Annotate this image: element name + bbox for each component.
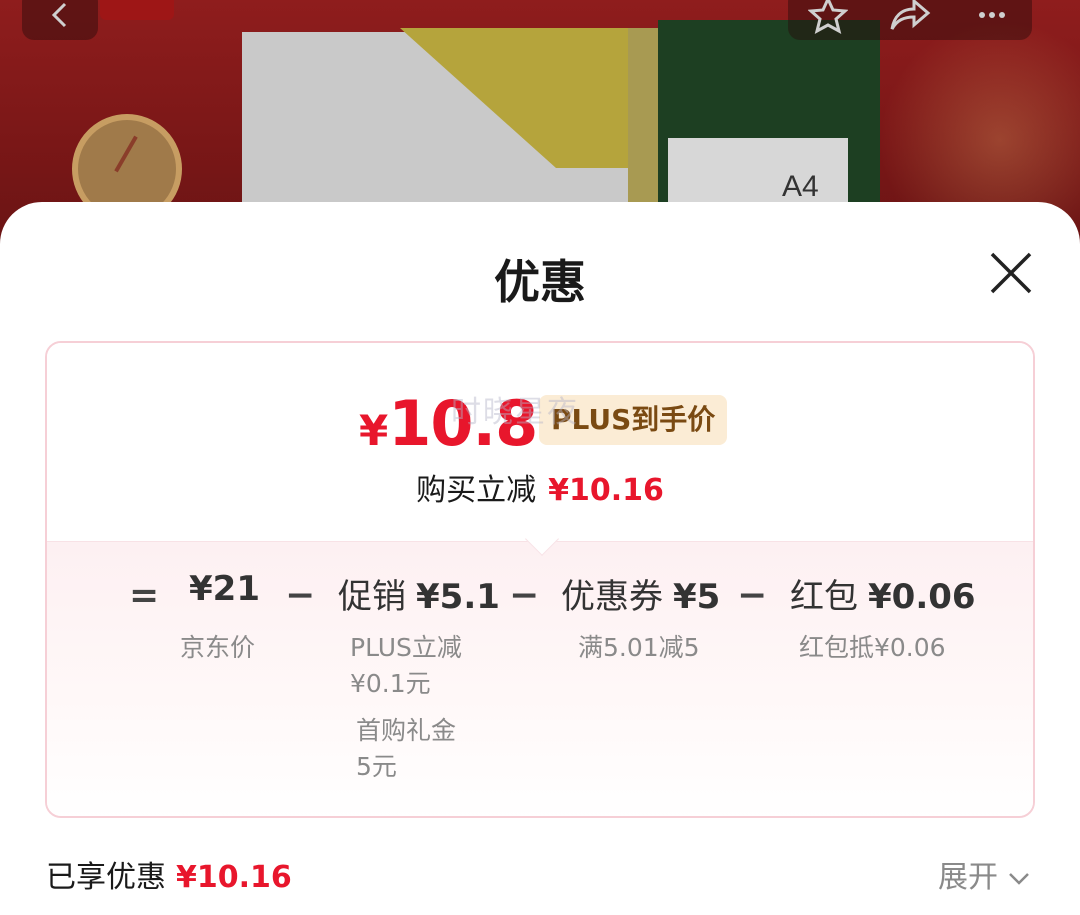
promo-badge <box>100 0 174 20</box>
more-icon[interactable] <box>972 0 1012 35</box>
promotion-note: ¥0.1元 <box>350 669 431 698</box>
back-button[interactable] <box>22 0 98 40</box>
promotion-note: PLUS立减 <box>350 633 462 662</box>
promotion-value: 促销 ¥5.1 <box>338 569 500 618</box>
star-icon[interactable] <box>808 0 848 35</box>
coupon-value: 优惠券 ¥5 <box>561 569 720 618</box>
jd-price-value: ¥21 <box>189 569 260 609</box>
minus-sign: − <box>509 575 540 616</box>
close-icon[interactable] <box>986 248 1036 298</box>
enjoyed-amount: ¥10.16 <box>176 860 292 895</box>
currency-symbol: ¥ <box>359 406 389 455</box>
chevron-down-icon <box>1009 872 1029 885</box>
share-icon[interactable] <box>888 0 932 35</box>
discount-sheet: 优惠 ¥10.84 PLUS到手价 时晓星夜 购买立减 ¥10.16 = − − … <box>0 202 1080 915</box>
enjoyed-discount: 已享优惠 ¥10.16 <box>46 852 292 896</box>
expand-label: 展开 <box>938 860 998 895</box>
paper-size-label: A4 <box>782 170 819 203</box>
promotion-label: 促销 <box>338 577 406 617</box>
red-packet-note: 红包抵¥0.06 <box>799 633 946 662</box>
promotion-note: 5元 <box>356 752 397 781</box>
coupon-amount: ¥5 <box>673 577 721 617</box>
top-actions <box>788 0 1032 40</box>
red-packet-amount: ¥0.06 <box>868 577 976 617</box>
expand-button[interactable]: 展开 <box>938 852 1030 896</box>
minus-sign: − <box>285 575 316 616</box>
saving-line: 购买立减 ¥10.16 <box>47 465 1033 509</box>
promotion-amount: ¥5.1 <box>416 577 500 617</box>
sheet-title: 优惠 <box>494 255 586 309</box>
back-arrow-icon <box>51 2 67 28</box>
price-breakdown-card: ¥10.84 PLUS到手价 时晓星夜 购买立减 ¥10.16 = − − − ¥… <box>45 341 1035 818</box>
jd-price-note: 京东价 <box>180 633 256 662</box>
coupon-label: 优惠券 <box>561 577 663 617</box>
minus-sign: − <box>737 575 768 616</box>
jd-price-amount: ¥21 <box>189 569 260 609</box>
watermark: 时晓星夜 <box>451 395 579 430</box>
enjoyed-label: 已享优惠 <box>46 860 166 895</box>
red-packet-label: 红包 <box>790 577 858 617</box>
promotion-note: 首购礼金 <box>356 716 457 745</box>
coupon-note: 满5.01减5 <box>578 633 700 662</box>
saving-label: 购买立减 <box>416 473 537 508</box>
saving-amount: ¥10.16 <box>548 473 664 508</box>
red-packet-value: 红包 ¥0.06 <box>790 569 976 618</box>
equals-sign: = <box>129 575 160 616</box>
promo-headline <box>220 0 800 10</box>
